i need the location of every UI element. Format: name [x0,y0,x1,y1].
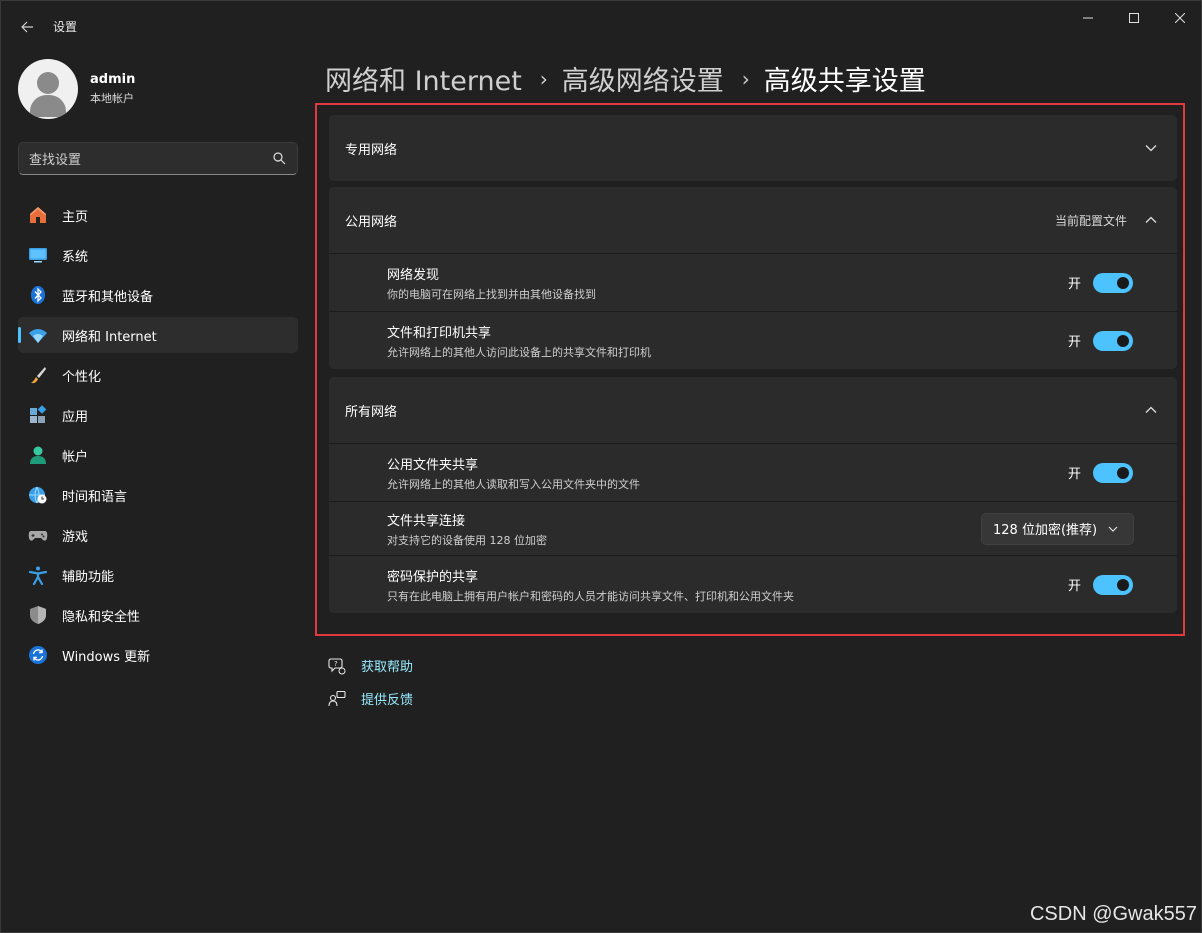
shield-icon [27,604,49,626]
sidebar-item-label: 隐私和安全性 [62,609,141,625]
watermark: CSDN @Gwak557 [1029,903,1197,925]
sidebar-item-personalization[interactable]: 个性化 [18,357,298,393]
minimize-button[interactable] [1065,1,1111,35]
close-icon [1175,13,1185,23]
app-title: 设置 [53,20,78,34]
chevron-right-icon: › [539,66,548,91]
back-button[interactable] [13,13,41,41]
feedback-icon [327,689,347,709]
breadcrumb-advanced-network[interactable]: 高级网络设置 [562,59,724,98]
highlight-annotation [315,103,1185,636]
sidebar-item-system[interactable]: 系统 [18,237,298,273]
gamepad-icon [27,524,49,546]
breadcrumb: 网络和 Internet › 高级网络设置 › 高级共享设置 [325,59,926,98]
sidebar-item-label: 游戏 [62,529,89,545]
system-icon [27,244,49,266]
page-title: 高级共享设置 [763,66,926,97]
sidebar-item-home[interactable]: 主页 [18,197,298,233]
brush-icon [27,364,49,386]
search-box[interactable]: 查找设置 [18,142,298,175]
sidebar-item-network[interactable]: 网络和 Internet [18,317,298,353]
chevron-right-icon: › [741,66,750,91]
sidebar-item-windows-update[interactable]: Windows 更新 [18,637,298,673]
back-arrow-icon [21,21,33,33]
update-icon [27,644,49,666]
link-label: 提供反馈 [361,693,414,708]
sidebar-item-gaming[interactable]: 游戏 [18,517,298,553]
sidebar-item-accounts[interactable]: 帐户 [18,437,298,473]
user-profile[interactable]: admin 本地帐户 [18,59,135,119]
svg-text:?: ? [334,660,338,668]
avatar [18,59,78,119]
profile-name: admin [90,72,136,87]
sidebar-item-label: 网络和 Internet [62,329,157,345]
get-help-link[interactable]: ? 获取帮助 [327,649,413,682]
search-input[interactable]: 查找设置 [29,149,273,168]
profile-account-type: 本地帐户 [90,92,134,105]
sidebar-nav: 主页 系统 蓝牙和其他设备 网络和 Internet 个性化 应用 帐户 时间和… [18,197,298,677]
globe-clock-icon [27,484,49,506]
help-links: ? 获取帮助 提供反馈 [327,649,413,715]
breadcrumb-network[interactable]: 网络和 Internet [325,59,522,98]
sidebar-item-label: 辅助功能 [62,569,115,585]
account-icon [27,444,49,466]
sidebar-item-label: Windows 更新 [62,649,151,665]
bluetooth-icon [27,284,49,306]
sidebar-item-label: 蓝牙和其他设备 [62,289,154,305]
home-icon [27,204,49,226]
sidebar-item-bluetooth[interactable]: 蓝牙和其他设备 [18,277,298,313]
sidebar-item-apps[interactable]: 应用 [18,397,298,433]
sidebar-item-label: 应用 [62,409,89,425]
settings-window: 设置 admin 本地帐户 查找设置 主页 系统 蓝牙和其他设备 网络和 Int… [0,0,1202,933]
sidebar-item-label: 时间和语言 [62,489,128,505]
wifi-icon [27,324,49,346]
maximize-icon [1129,13,1139,23]
apps-icon [27,404,49,426]
accessibility-icon [27,564,49,586]
sidebar-item-accessibility[interactable]: 辅助功能 [18,557,298,593]
sidebar-item-label: 系统 [62,249,89,265]
search-icon[interactable] [273,152,287,166]
link-label: 获取帮助 [361,660,414,675]
sidebar-item-label: 帐户 [62,449,89,465]
sidebar-item-label: 个性化 [62,369,102,385]
title-bar: 设置 [1,1,1201,49]
sidebar-item-privacy[interactable]: 隐私和安全性 [18,597,298,633]
sidebar-item-time-language[interactable]: 时间和语言 [18,477,298,513]
give-feedback-link[interactable]: 提供反馈 [327,682,413,715]
help-chat-icon: ? [327,656,347,676]
close-button[interactable] [1157,1,1202,35]
sidebar-item-label: 主页 [62,209,89,225]
minimize-icon [1083,17,1093,19]
maximize-button[interactable] [1111,1,1157,35]
